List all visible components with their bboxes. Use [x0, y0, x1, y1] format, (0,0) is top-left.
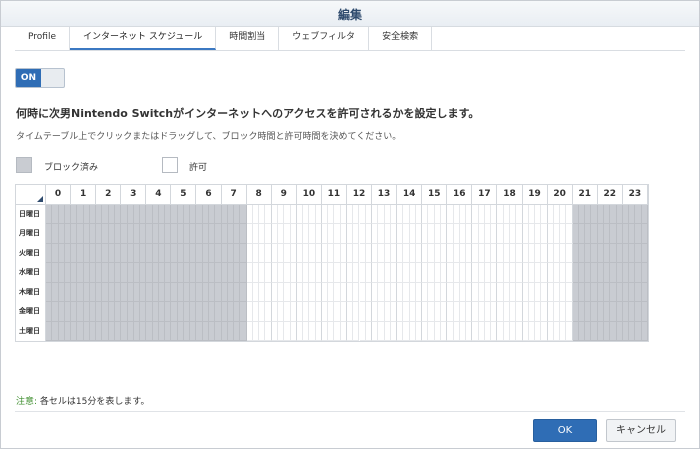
hour-header[interactable]: 1: [71, 185, 97, 205]
tab-safe-search[interactable]: 安全検索: [369, 27, 433, 50]
day-label[interactable]: 日曜日: [16, 205, 46, 225]
tab-bar: Profile インターネット スケジュール 時間割当 ウェブフィルタ 安全検索: [15, 27, 685, 51]
hour-header[interactable]: 23: [622, 185, 648, 205]
hour-header[interactable]: 18: [497, 185, 523, 205]
hour-header[interactable]: 19: [522, 185, 548, 205]
hour-header[interactable]: 9: [271, 185, 297, 205]
hour-header[interactable]: 13: [372, 185, 398, 205]
tab-web-filter[interactable]: ウェブフィルタ: [279, 27, 370, 50]
hour-header[interactable]: 5: [171, 185, 197, 205]
hour-header[interactable]: 22: [597, 185, 623, 205]
hour-header[interactable]: 14: [397, 185, 423, 205]
hour-header[interactable]: 21: [572, 185, 598, 205]
hour-header[interactable]: 10: [296, 185, 322, 205]
hour-header[interactable]: 2: [96, 185, 122, 205]
day-label[interactable]: 水曜日: [16, 263, 46, 283]
schedule-cell[interactable]: [641, 282, 648, 303]
edit-dialog: 編集 Profile インターネット スケジュール 時間割当 ウェブフィルタ 安…: [0, 0, 700, 449]
cancel-button[interactable]: キャンセル: [606, 419, 676, 442]
tab-time-allotment[interactable]: 時間割当: [216, 27, 280, 50]
schedule-cell[interactable]: [641, 321, 648, 341]
tab-internet-schedule[interactable]: インターネット スケジュール: [69, 27, 217, 50]
dialog-title: 編集: [337, 8, 362, 22]
schedule-heading: 何時に次男Nintendo Switchがインターネットへのアクセスを許可される…: [16, 107, 480, 120]
legend-blocked-swatch: [16, 157, 32, 173]
hour-header[interactable]: 0: [46, 185, 72, 205]
hour-header[interactable]: 17: [472, 185, 498, 205]
hour-header[interactable]: 8: [246, 185, 272, 205]
grid-corner[interactable]: [16, 185, 46, 205]
day-label[interactable]: 火曜日: [16, 243, 46, 264]
schedule-toggle[interactable]: ON: [15, 68, 65, 88]
tab-profile[interactable]: Profile: [15, 27, 70, 50]
ok-button[interactable]: OK: [533, 419, 597, 442]
hour-header[interactable]: 12: [346, 185, 373, 205]
schedule-cell[interactable]: [641, 263, 648, 283]
hour-header[interactable]: 11: [321, 185, 347, 205]
day-label[interactable]: 金曜日: [16, 302, 46, 322]
note-text: 各セルは15分を表します。: [37, 397, 150, 407]
toggle-on-label: ON: [16, 69, 41, 87]
legend-allowed-swatch: [162, 157, 178, 173]
footer-divider: [15, 411, 685, 412]
note-label: 注意:: [16, 397, 38, 407]
schedule-cell[interactable]: [641, 205, 648, 225]
hour-header[interactable]: 6: [196, 185, 222, 205]
hour-header[interactable]: 3: [121, 185, 147, 205]
hour-header[interactable]: 16: [447, 185, 473, 205]
note: 注意: 各セルは15分を表します。: [16, 394, 149, 407]
hour-header[interactable]: 20: [547, 185, 573, 205]
schedule-cell[interactable]: [641, 224, 648, 244]
hour-header[interactable]: 4: [146, 185, 172, 205]
schedule-cell[interactable]: [641, 302, 648, 322]
legend-blocked-label: ブロック済み: [44, 163, 99, 173]
legend-allowed-label: 許可: [189, 163, 208, 173]
day-label[interactable]: 木曜日: [16, 282, 46, 303]
dialog-titlebar: 編集: [1, 1, 699, 27]
day-label[interactable]: 土曜日: [16, 321, 46, 341]
schedule-instructions: タイムテーブル上でクリックまたはドラッグして、ブロック時間と許可時間を決めてくだ…: [16, 132, 402, 142]
hour-header[interactable]: 7: [221, 185, 247, 205]
select-all-icon: [37, 196, 43, 202]
schedule-cells: [46, 205, 648, 341]
day-label[interactable]: 月曜日: [16, 224, 46, 244]
schedule-grid: 0 1 2 3 4 5 6 7 8 9 10 11 12 13 14 15 16 17 18 19 20 21 22 23 日…: [15, 184, 649, 342]
schedule-cell[interactable]: [641, 243, 648, 264]
hour-header[interactable]: 15: [422, 185, 448, 205]
